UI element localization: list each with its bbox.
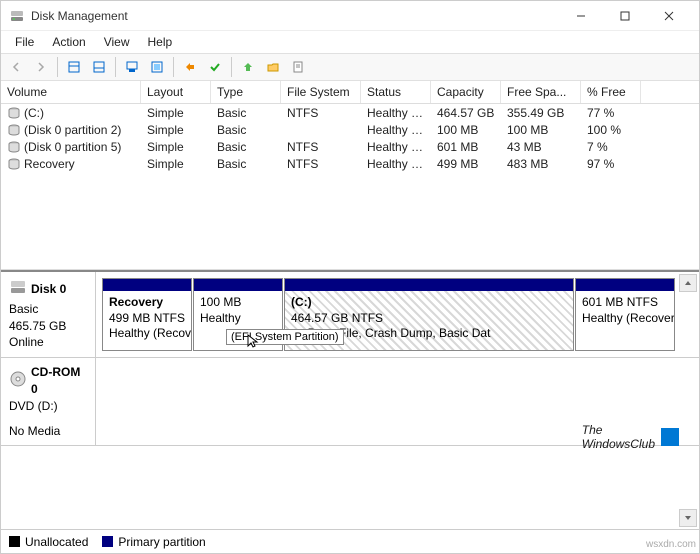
forward-button[interactable] xyxy=(30,56,52,78)
watermark: TheWindowsClub xyxy=(582,423,679,451)
mouse-cursor-icon xyxy=(246,333,262,349)
col-status[interactable]: Status xyxy=(361,81,431,103)
col-layout[interactable]: Layout xyxy=(141,81,211,103)
scroll-down-button[interactable] xyxy=(679,509,697,527)
volume-row[interactable]: RecoverySimpleBasicNTFSHealthy (R...499 … xyxy=(1,155,699,172)
disk-icon xyxy=(9,278,27,301)
disk-label[interactable]: CD-ROM 0DVD (D:)No Media xyxy=(1,358,96,445)
properties-button[interactable] xyxy=(287,56,309,78)
menu-view[interactable]: View xyxy=(96,33,138,51)
volume-list: Volume Layout Type File System Status Ca… xyxy=(1,81,699,270)
disk-row: Disk 0Basic465.75 GBOnlineRecovery499 MB… xyxy=(1,272,699,358)
col-capacity[interactable]: Capacity xyxy=(431,81,501,103)
window-controls xyxy=(559,2,691,30)
view-bottom-button[interactable] xyxy=(88,56,110,78)
swatch-navy-icon xyxy=(102,536,113,547)
disk-rows: Disk 0Basic465.75 GBOnlineRecovery499 MB… xyxy=(1,272,699,446)
app-icon xyxy=(9,8,25,24)
separator xyxy=(57,57,58,77)
menu-help[interactable]: Help xyxy=(140,33,181,51)
maximize-button[interactable] xyxy=(603,2,647,30)
legend-unallocated: Unallocated xyxy=(9,535,88,549)
toolbar xyxy=(1,53,699,81)
view-top-button[interactable] xyxy=(63,56,85,78)
col-volume[interactable]: Volume xyxy=(1,81,141,103)
col-pctfree[interactable]: % Free xyxy=(581,81,641,103)
volume-row[interactable]: (Disk 0 partition 5)SimpleBasicNTFSHealt… xyxy=(1,138,699,155)
refresh-button[interactable] xyxy=(121,56,143,78)
legend-primary: Primary partition xyxy=(102,535,205,549)
up-button[interactable] xyxy=(237,56,259,78)
column-headers: Volume Layout Type File System Status Ca… xyxy=(1,81,699,104)
volume-rows[interactable]: (C:)SimpleBasicNTFSHealthy (B...464.57 G… xyxy=(1,104,699,269)
separator xyxy=(231,57,232,77)
menubar: File Action View Help xyxy=(1,31,699,53)
settings-button[interactable] xyxy=(146,56,168,78)
menu-file[interactable]: File xyxy=(7,33,42,51)
partition[interactable]: Recovery499 MB NTFSHealthy (Recovery Pa xyxy=(102,278,192,351)
volume-icon xyxy=(7,124,21,136)
partition-stripe xyxy=(285,279,573,291)
close-button[interactable] xyxy=(647,2,691,30)
partition[interactable]: 601 MB NTFSHealthy (Recovery Par xyxy=(575,278,675,351)
partition-stripe xyxy=(194,279,282,291)
back-button[interactable] xyxy=(5,56,27,78)
volume-icon xyxy=(7,107,21,119)
check-button[interactable] xyxy=(204,56,226,78)
partition-tooltip: (EFI System Partition) xyxy=(226,329,344,345)
action-button[interactable] xyxy=(179,56,201,78)
titlebar[interactable]: Disk Management xyxy=(1,1,699,31)
volume-row[interactable]: (Disk 0 partition 2)SimpleBasicHealthy (… xyxy=(1,121,699,138)
disk-icon xyxy=(9,370,27,393)
disk-management-window: Disk Management File Action View Help Vo… xyxy=(0,0,700,554)
volume-icon xyxy=(7,141,21,153)
attribution: wsxdn.com xyxy=(646,539,696,550)
minimize-button[interactable] xyxy=(559,2,603,30)
col-type[interactable]: Type xyxy=(211,81,281,103)
folder-button[interactable] xyxy=(262,56,284,78)
menu-action[interactable]: Action xyxy=(44,33,93,51)
separator xyxy=(173,57,174,77)
legend: Unallocated Primary partition xyxy=(1,529,699,553)
window-title: Disk Management xyxy=(31,9,559,23)
separator xyxy=(115,57,116,77)
volume-icon xyxy=(7,158,21,170)
watermark-square-icon xyxy=(661,428,679,446)
col-filesystem[interactable]: File System xyxy=(281,81,361,103)
col-free[interactable]: Free Spa... xyxy=(501,81,581,103)
partition-stripe xyxy=(103,279,191,291)
partitions: Recovery499 MB NTFSHealthy (Recovery Pa1… xyxy=(96,272,699,357)
partition-stripe xyxy=(576,279,674,291)
graphical-view: Disk 0Basic465.75 GBOnlineRecovery499 MB… xyxy=(1,270,699,529)
swatch-black-icon xyxy=(9,536,20,547)
volume-row[interactable]: (C:)SimpleBasicNTFSHealthy (B...464.57 G… xyxy=(1,104,699,121)
disk-label[interactable]: Disk 0Basic465.75 GBOnline xyxy=(1,272,96,357)
